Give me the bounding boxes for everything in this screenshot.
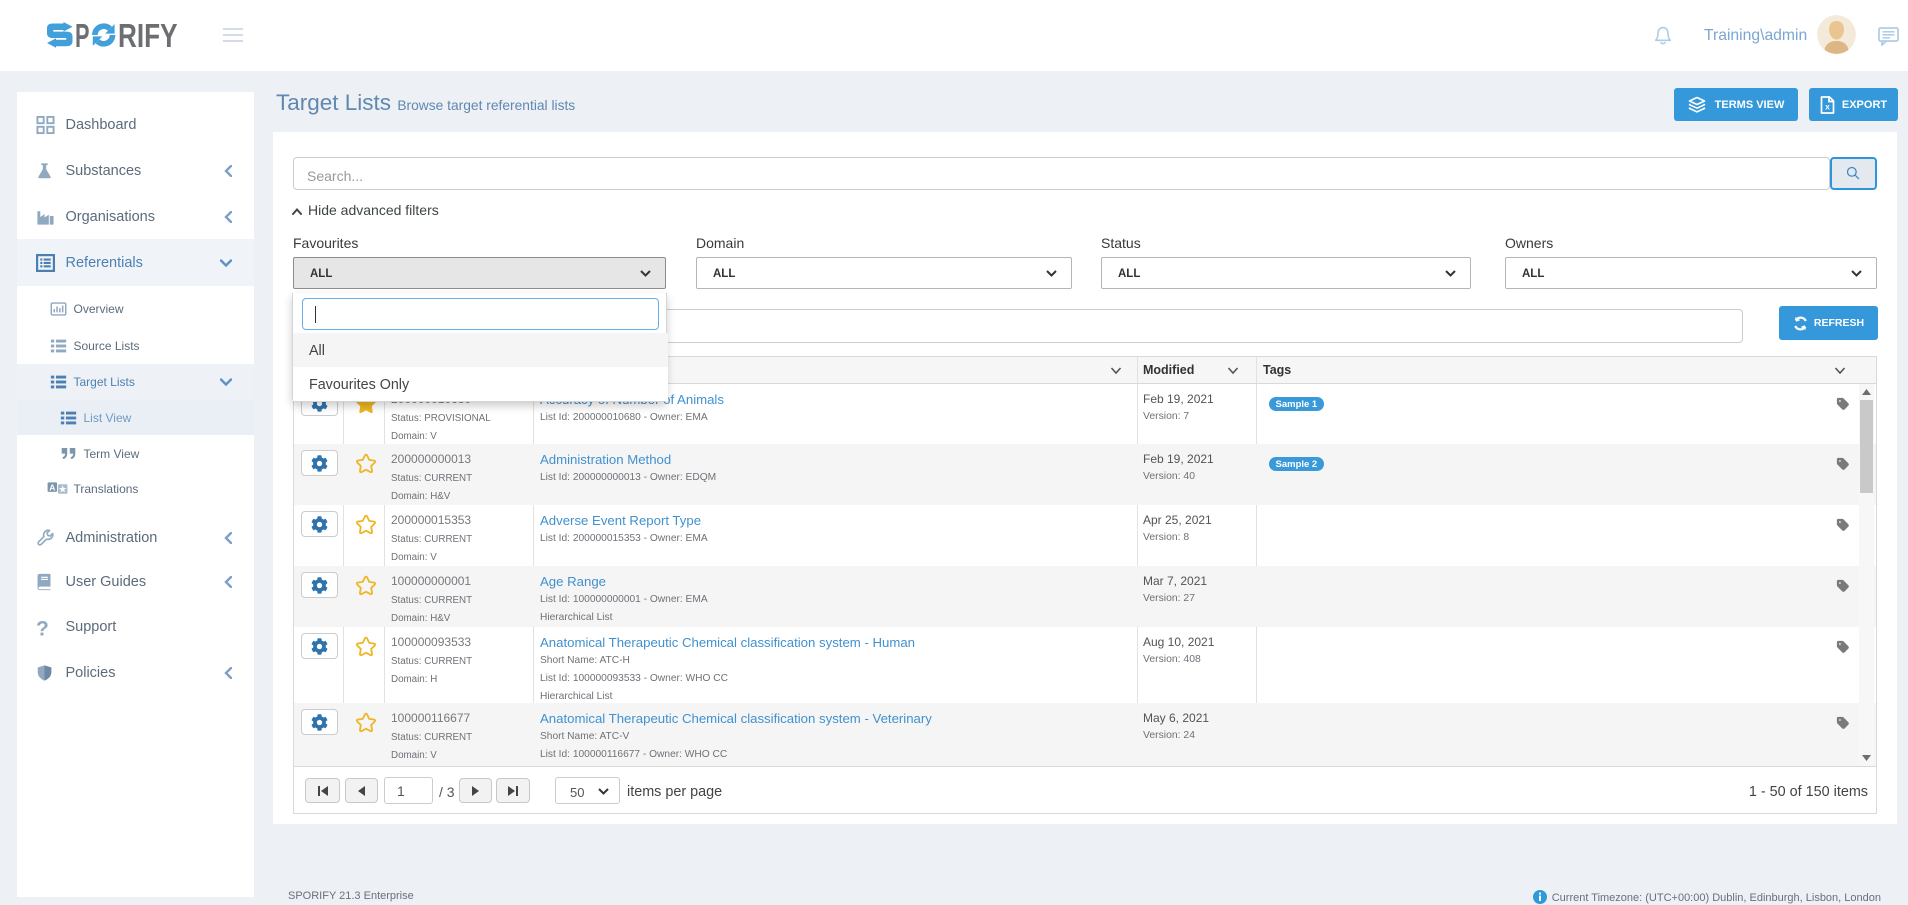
- svg-text:P: P: [75, 22, 90, 48]
- svg-text:x: x: [1825, 101, 1830, 111]
- svg-text:A: A: [49, 482, 55, 492]
- svg-text:RIFY: RIFY: [118, 22, 178, 48]
